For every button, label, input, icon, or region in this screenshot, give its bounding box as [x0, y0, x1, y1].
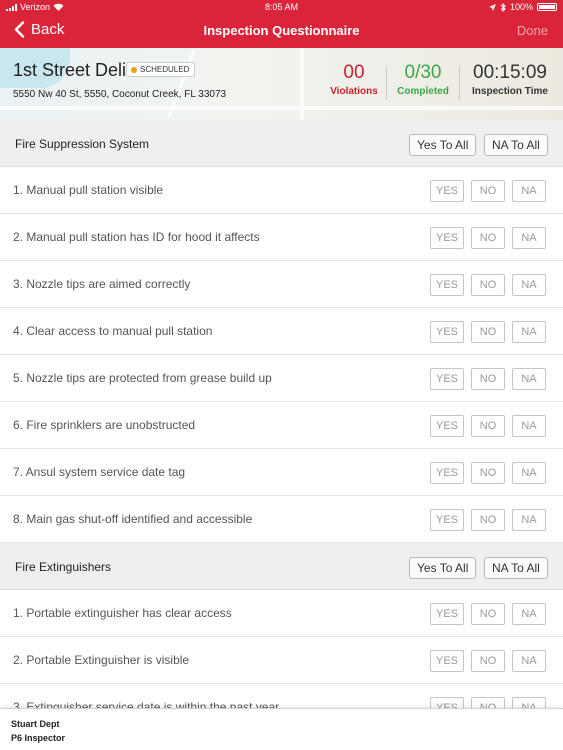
- inspector-label: P6 Inspector: [11, 733, 66, 743]
- na-button[interactable]: NA: [512, 368, 546, 390]
- question-row: 3. Nozzle tips are aimed correctly YES NO N…: [0, 261, 563, 308]
- section-header: Fire Suppression System Yes To All NA To A…: [0, 120, 563, 167]
- violations-stat: 00 Violations: [327, 62, 381, 97]
- status-badge-label: SCHEDULED: [140, 65, 190, 74]
- yes-button[interactable]: YES: [430, 509, 464, 531]
- yes-button[interactable]: YES: [430, 697, 464, 708]
- na-button[interactable]: NA: [512, 697, 546, 708]
- yes-button[interactable]: YES: [430, 650, 464, 672]
- na-button[interactable]: NA: [512, 509, 546, 531]
- no-button[interactable]: NO: [471, 274, 505, 296]
- na-button[interactable]: NA: [512, 180, 546, 202]
- na-button[interactable]: NA: [512, 274, 546, 296]
- na-button[interactable]: NA: [512, 415, 546, 437]
- status-badge: SCHEDULED: [126, 62, 196, 77]
- na-button[interactable]: NA: [512, 227, 546, 249]
- inspection-time-label: Inspection Time: [472, 86, 548, 97]
- status-dot-icon: [131, 66, 137, 73]
- yes-button[interactable]: YES: [430, 415, 464, 437]
- no-button[interactable]: NO: [471, 227, 505, 249]
- bluetooth-icon: [500, 2, 506, 12]
- question-text: 4. Clear access to manual pull station: [13, 324, 213, 338]
- yes-button[interactable]: YES: [430, 321, 464, 343]
- no-button[interactable]: NO: [471, 509, 505, 531]
- status-time: 8:05 AM: [264, 2, 299, 12]
- completed-stat: 0/30 Completed: [392, 62, 454, 97]
- question-row: 1. Portable extinguisher has clear acces…: [0, 590, 563, 637]
- no-button[interactable]: NO: [471, 415, 505, 437]
- navigation-bar: Back Inspection Questionnaire Done: [0, 15, 563, 48]
- completed-count: 0/30: [404, 62, 442, 83]
- no-button[interactable]: NO: [471, 650, 505, 672]
- na-to-all-button[interactable]: NA To All: [484, 134, 548, 156]
- inspector-footer: Stuart Dept P6 Inspector: [0, 708, 563, 750]
- done-button[interactable]: Done: [517, 23, 548, 38]
- na-button[interactable]: NA: [512, 462, 546, 484]
- question-row: 8. Main gas shut-off identified and acce…: [0, 496, 563, 543]
- yes-button[interactable]: YES: [430, 368, 464, 390]
- page-title: Inspection Questionnaire: [203, 23, 360, 38]
- question-text: 7. Ansul system service date tag: [13, 465, 186, 479]
- question-row: 2. Portable Extinguisher is visible YES NO…: [0, 637, 563, 684]
- business-address: 5550 Nw 40 St, 5550, Coconut Creek, FL 3…: [13, 89, 227, 100]
- question-text: 2. Manual pull station has ID for hood i…: [13, 230, 260, 244]
- question-row: 4. Clear access to manual pull station YE…: [0, 308, 563, 355]
- question-text: 3. Nozzle tips are aimed correctly: [13, 277, 191, 291]
- inspection-header: 1st Street Deli SCHEDULED 5550 Nw 40 St,…: [0, 48, 563, 120]
- question-row: 1. Manual pull station visible YES NO NA: [0, 167, 563, 214]
- question-text: 5. Nozzle tips are protected from grease…: [13, 371, 272, 385]
- no-button[interactable]: NO: [471, 603, 505, 625]
- no-button[interactable]: NO: [471, 180, 505, 202]
- yes-button[interactable]: YES: [430, 462, 464, 484]
- yes-button[interactable]: YES: [430, 180, 464, 202]
- yes-button[interactable]: YES: [430, 227, 464, 249]
- no-button[interactable]: NO: [471, 697, 505, 708]
- department-label: Stuart Dept: [11, 719, 60, 729]
- violations-count: 00: [343, 62, 365, 83]
- na-button[interactable]: NA: [512, 321, 546, 343]
- question-text: 8. Main gas shut-off identified and acce…: [13, 512, 253, 526]
- status-bar: Verizon 8:05 AM 100%: [0, 0, 563, 15]
- question-row: 3. Extinguisher service date is within t…: [0, 684, 563, 708]
- question-row: 7. Ansul system service date tag YES NO NA: [0, 449, 563, 496]
- na-button[interactable]: NA: [512, 650, 546, 672]
- no-button[interactable]: NO: [471, 368, 505, 390]
- question-text: 1. Portable extinguisher has clear acces…: [13, 606, 232, 620]
- section-title: Fire Extinguishers: [15, 560, 112, 574]
- section-header: Fire Extinguishers Yes To All NA To All: [0, 543, 563, 590]
- question-text: 1. Manual pull station visible: [13, 183, 164, 197]
- no-button[interactable]: NO: [471, 321, 505, 343]
- section-title: Fire Suppression System: [15, 137, 150, 151]
- yes-to-all-button[interactable]: Yes To All: [409, 134, 477, 156]
- completed-label: Completed: [397, 86, 449, 97]
- no-button[interactable]: NO: [471, 462, 505, 484]
- business-name: 1st Street Deli: [13, 60, 127, 80]
- battery-percent: 100%: [509, 2, 533, 12]
- yes-to-all-button[interactable]: Yes To All: [409, 557, 477, 579]
- violations-label: Violations: [330, 86, 378, 97]
- question-row: 5. Nozzle tips are protected from grease…: [0, 355, 563, 402]
- na-to-all-button[interactable]: NA To All: [484, 557, 548, 579]
- na-button[interactable]: NA: [512, 603, 546, 625]
- yes-button[interactable]: YES: [430, 603, 464, 625]
- questionnaire-list[interactable]: Fire Suppression System Yes To All NA To A…: [0, 120, 563, 708]
- inspection-time-stat: 00:15:09 Inspection Time: [466, 62, 554, 97]
- question-row: 6. Fire sprinklers are unobstructed YES NO…: [0, 402, 563, 449]
- location-icon: [488, 3, 496, 11]
- inspection-time-value: 00:15:09: [473, 62, 547, 83]
- question-text: 2. Portable Extinguisher is visible: [13, 653, 190, 667]
- question-text: 3. Extinguisher service date is within t…: [13, 700, 280, 708]
- yes-button[interactable]: YES: [430, 274, 464, 296]
- question-text: 6. Fire sprinklers are unobstructed: [13, 418, 196, 432]
- battery-icon: [537, 3, 557, 11]
- question-row: 2. Manual pull station has ID for hood i…: [0, 214, 563, 261]
